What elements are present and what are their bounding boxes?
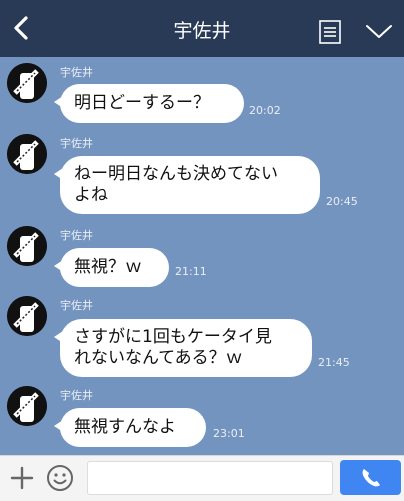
message-composer [0, 455, 404, 501]
call-button[interactable] [340, 460, 401, 495]
message-text-line: 明日どーするー？ [74, 93, 210, 113]
sender-name: 宇佐井 [60, 137, 93, 150]
message-text-line: 無視すんなよ [74, 417, 176, 437]
sender-name: 宇佐井 [60, 389, 93, 402]
notes-icon[interactable] [319, 20, 341, 44]
avatar[interactable] [7, 226, 47, 266]
avatar[interactable] [7, 296, 47, 336]
smiley-icon[interactable] [46, 464, 74, 492]
message-bubble[interactable]: 無視？ｗ [54, 248, 169, 287]
phone-icon [362, 469, 380, 487]
message-text-line: よね [74, 185, 108, 205]
message-input[interactable] [87, 461, 333, 495]
message-bubble[interactable]: 明日どーするー？ [54, 84, 244, 123]
chevron-down-icon[interactable] [365, 22, 393, 42]
message-timestamp: 20:02 [249, 104, 281, 117]
message-timestamp: 23:01 [213, 427, 245, 440]
message-timestamp: 20:45 [326, 195, 358, 208]
sender-name: 宇佐井 [60, 229, 93, 242]
message-text-line: ねー明日なんも決めてない [74, 164, 278, 184]
message-text-line: れないなんてある？ｗ [74, 348, 243, 368]
message-bubble[interactable]: さすがに1回もケータイ見 れないなんてある？ｗ [54, 319, 312, 377]
message-bubble[interactable]: 無視すんなよ [54, 408, 206, 447]
chat-header: 宇佐井 [0, 0, 404, 57]
plus-icon[interactable] [10, 466, 34, 490]
message-text-line: さすがに1回もケータイ見 [74, 327, 272, 347]
message-text-line: 無視？ｗ [74, 257, 142, 277]
chat-title: 宇佐井 [173, 20, 231, 42]
avatar[interactable] [7, 386, 47, 426]
avatar[interactable] [7, 63, 47, 103]
message-bubble[interactable]: ねー明日なんも決めてない よね [54, 156, 320, 214]
message-timestamp: 21:11 [175, 265, 207, 278]
sender-name: 宇佐井 [60, 66, 93, 79]
sender-name: 宇佐井 [60, 299, 93, 312]
avatar[interactable] [7, 134, 47, 174]
message-timestamp: 21:45 [318, 356, 350, 369]
